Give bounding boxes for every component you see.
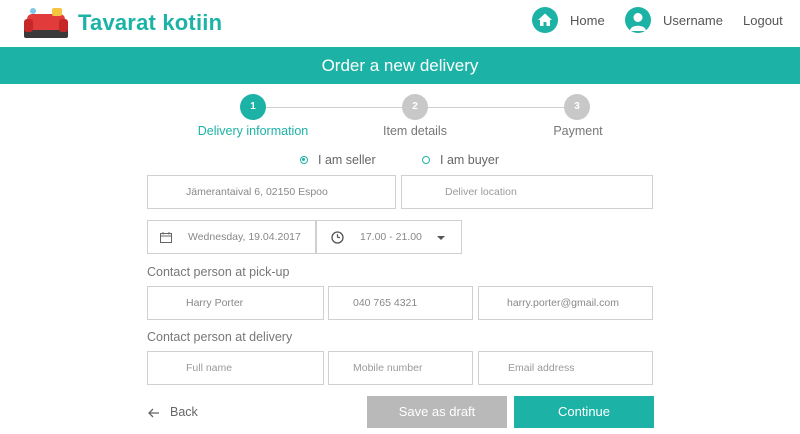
pickup-location-value: Jämerantaival 6, 02150 Espoo bbox=[186, 186, 328, 198]
delivery-email-placeholder: Email address bbox=[508, 362, 575, 374]
deliver-location-field[interactable]: Deliver location bbox=[401, 175, 653, 209]
delivery-email-field[interactable]: Email address bbox=[478, 351, 653, 385]
page-banner: Order a new delivery bbox=[0, 47, 800, 84]
brand-name[interactable]: Tavarat kotiin bbox=[78, 10, 222, 36]
step-3-badge[interactable]: 3 bbox=[564, 94, 590, 120]
step-1-badge[interactable]: 1 bbox=[240, 94, 266, 120]
home-icon[interactable] bbox=[532, 7, 558, 33]
page-title: Order a new delivery bbox=[321, 56, 479, 75]
pickup-location-field[interactable]: Jämerantaival 6, 02150 Espoo bbox=[147, 175, 396, 209]
pickup-name-field[interactable]: Harry Porter bbox=[147, 286, 324, 320]
radio-seller[interactable]: I am seller bbox=[300, 153, 376, 167]
chevron-down-icon bbox=[437, 236, 445, 240]
nav-home-link[interactable]: Home bbox=[570, 13, 605, 28]
back-button[interactable]: Back bbox=[148, 405, 198, 419]
clock-icon bbox=[331, 231, 344, 244]
logout-link[interactable]: Logout bbox=[743, 13, 783, 28]
pickup-phone-value: 040 765 4321 bbox=[353, 297, 418, 309]
step-2-badge[interactable]: 2 bbox=[402, 94, 428, 120]
deliver-location-placeholder: Deliver location bbox=[445, 186, 517, 198]
calendar-icon bbox=[160, 232, 172, 243]
user-avatar-icon[interactable] bbox=[625, 7, 651, 33]
pickup-name-value: Harry Porter bbox=[186, 297, 244, 309]
pickup-phone-field[interactable]: 040 765 4321 bbox=[328, 286, 473, 320]
time-value: 17.00 - 21.00 bbox=[360, 231, 422, 243]
date-value: Wednesday, 19.04.2017 bbox=[188, 231, 301, 243]
step-2-label[interactable]: Item details bbox=[345, 124, 485, 138]
back-label: Back bbox=[170, 405, 198, 419]
pickup-email-value: harry.porter@gmail.com bbox=[507, 297, 619, 309]
pickup-contact-heading: Contact person at pick-up bbox=[147, 265, 290, 279]
nav-username-link[interactable]: Username bbox=[663, 13, 723, 28]
save-draft-button[interactable]: Save as draft bbox=[367, 396, 507, 428]
delivery-phone-placeholder: Mobile number bbox=[353, 362, 423, 374]
time-select-field[interactable]: 17.00 - 21.00 bbox=[316, 220, 462, 254]
step-1-label[interactable]: Delivery information bbox=[183, 124, 323, 138]
stepper-connector bbox=[266, 107, 402, 108]
delivery-phone-field[interactable]: Mobile number bbox=[328, 351, 473, 385]
arrow-left-icon bbox=[148, 407, 160, 418]
radio-seller-label: I am seller bbox=[318, 153, 376, 167]
delivery-name-field[interactable]: Full name bbox=[147, 351, 324, 385]
radio-unchecked-icon bbox=[422, 156, 430, 164]
radio-buyer-label: I am buyer bbox=[440, 153, 500, 167]
radio-buyer[interactable]: I am buyer bbox=[422, 153, 499, 167]
stepper-connector bbox=[428, 107, 564, 108]
step-3-label[interactable]: Payment bbox=[508, 124, 648, 138]
sofa-logo-icon[interactable] bbox=[22, 6, 70, 40]
date-picker-field[interactable]: Wednesday, 19.04.2017 bbox=[147, 220, 316, 254]
app-header: Tavarat kotiin Home Username Logout bbox=[0, 0, 800, 47]
pickup-email-field[interactable]: harry.porter@gmail.com bbox=[478, 286, 653, 320]
continue-button[interactable]: Continue bbox=[514, 396, 654, 428]
delivery-contact-heading: Contact person at delivery bbox=[147, 330, 293, 344]
radio-checked-icon bbox=[300, 156, 308, 164]
delivery-name-placeholder: Full name bbox=[186, 362, 233, 374]
